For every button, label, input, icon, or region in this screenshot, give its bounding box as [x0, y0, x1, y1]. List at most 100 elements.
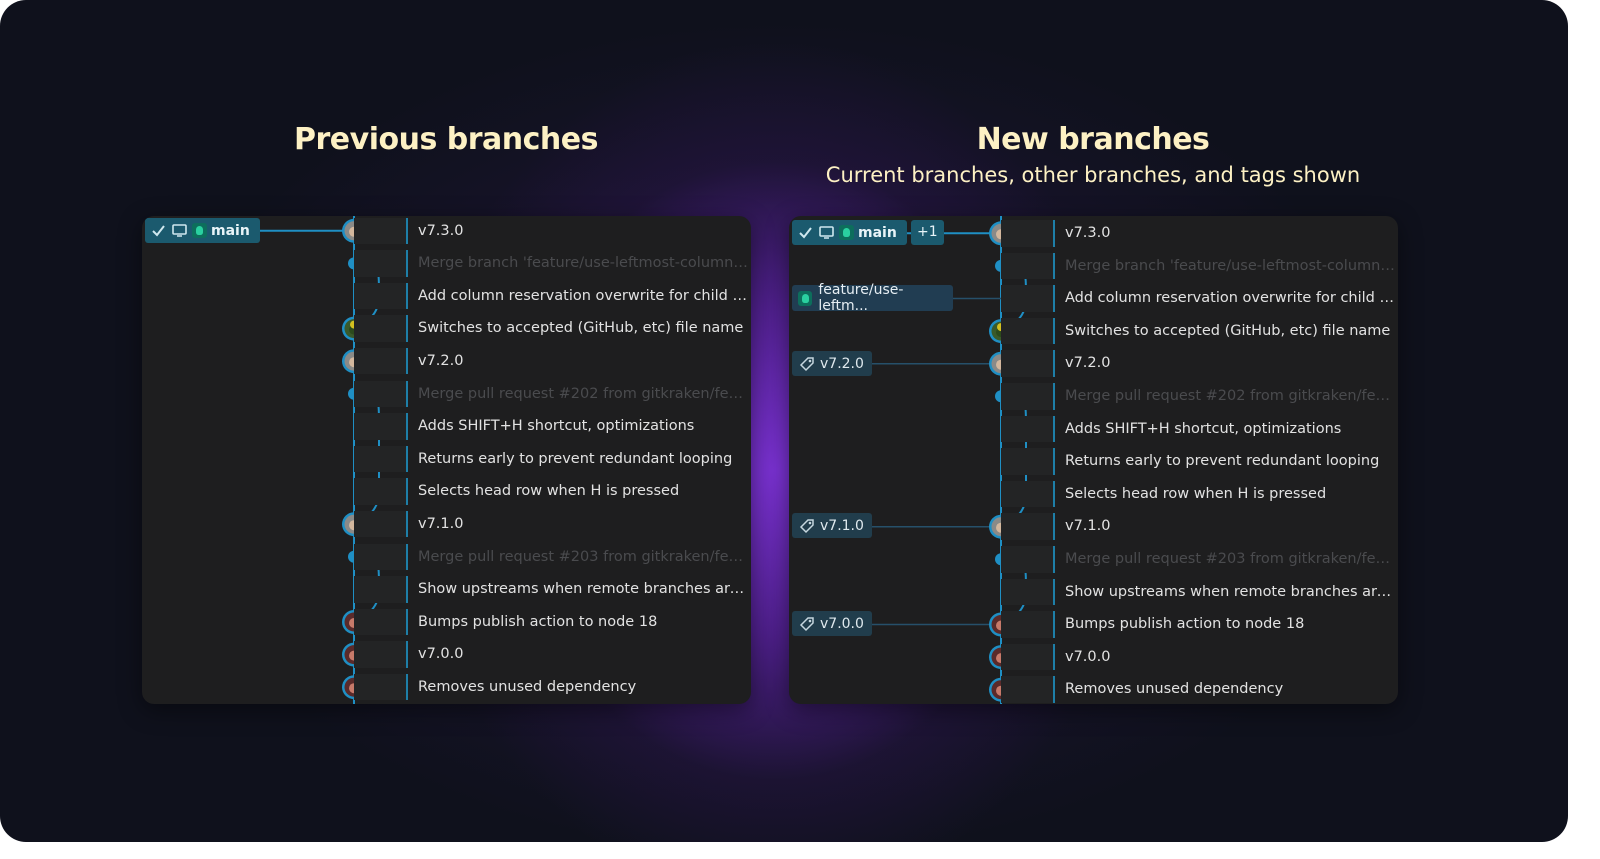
- row-divider: [1053, 350, 1055, 377]
- commit-row[interactable]: Adds SHIFT+H shortcut, optimizations: [142, 410, 751, 443]
- row-divider: [406, 510, 408, 538]
- commit-row[interactable]: Returns early to prevent redundant loopi…: [789, 445, 1398, 478]
- tag-pill-v7-2-0[interactable]: v7.2.0: [792, 351, 872, 376]
- previous-branches-panel: v7.3.0 Merge branch 'feature/use-leftmost…: [142, 216, 751, 704]
- row-divider: [1053, 317, 1055, 345]
- commit-row[interactable]: Removes unused dependency: [789, 673, 1398, 704]
- commit-message: Returns early to prevent redundant loopi…: [1065, 453, 1380, 470]
- branch-label: main: [858, 224, 897, 241]
- row-highlight: [1001, 448, 1053, 475]
- tag-icon: [798, 517, 815, 534]
- row-highlight: [1001, 415, 1053, 443]
- row-highlight: [354, 445, 406, 473]
- branch-pill-feature[interactable]: feature/use-leftm...: [792, 282, 953, 314]
- branch-pill-main[interactable]: main: [792, 220, 907, 245]
- row-highlight: [1001, 513, 1053, 540]
- commit-row[interactable]: v7.1.0: [789, 510, 1398, 543]
- row-divider: [406, 576, 408, 603]
- row-divider: [406, 282, 408, 310]
- commit-row[interactable]: Merge pull request #202 from gitkraken/f…: [142, 378, 751, 411]
- row-divider: [1053, 546, 1055, 573]
- row-highlight: [1001, 480, 1053, 508]
- row-divider: [1053, 578, 1055, 606]
- commit-message: Returns early to prevent redundant loopi…: [418, 450, 733, 467]
- row-divider: [406, 478, 408, 505]
- commit-row[interactable]: v7.0.0: [142, 638, 751, 671]
- row-highlight: [1001, 676, 1053, 703]
- commit-row[interactable]: Merge branch 'feature/use-leftmost-colum…: [142, 247, 751, 280]
- row-highlight: [1001, 317, 1053, 345]
- row-divider: [1053, 513, 1055, 540]
- row-highlight: [1001, 252, 1053, 280]
- commit-message: Merge pull request #202 from gitkraken/f…: [1065, 388, 1395, 404]
- row-divider: [406, 413, 408, 440]
- avatar-icon: [192, 223, 207, 238]
- commit-row[interactable]: Bumps publish action to node 18: [789, 608, 1398, 641]
- tag-label: v7.1.0: [820, 517, 864, 534]
- row-highlight: [1001, 383, 1053, 410]
- commit-message: v7.1.0: [1065, 518, 1111, 535]
- commit-row[interactable]: Selects head row when H is pressed: [142, 475, 751, 508]
- row-divider: [1053, 611, 1055, 638]
- commit-row[interactable]: Bumps publish action to node 18: [142, 606, 751, 639]
- checkmark-icon: [797, 224, 814, 241]
- row-divider: [1053, 252, 1055, 280]
- commit-row[interactable]: Selects head row when H is pressed: [789, 478, 1398, 511]
- tag-pill-v7-0-0[interactable]: v7.0.0: [792, 611, 872, 636]
- row-divider: [406, 543, 408, 571]
- more-branches-badge[interactable]: +1: [911, 220, 944, 245]
- tag-icon: [798, 355, 815, 372]
- row-divider: [406, 315, 408, 342]
- commit-message: Show upstreams when remote branches are …: [1065, 583, 1395, 600]
- commit-row[interactable]: Merge branch 'feature/use-leftmost-colum…: [789, 250, 1398, 283]
- commit-row[interactable]: v7.2.0: [789, 347, 1398, 380]
- row-divider: [1053, 415, 1055, 443]
- commit-row[interactable]: Show upstreams when remote branches are …: [142, 573, 751, 606]
- commit-message: Merge pull request #203 from gitkraken/f…: [1065, 551, 1395, 567]
- commit-message: Removes unused dependency: [1065, 681, 1284, 698]
- row-highlight: [354, 673, 406, 701]
- row-divider: [1053, 220, 1055, 247]
- commit-row[interactable]: Switches to accepted (GitHub, etc) file …: [142, 312, 751, 345]
- background-frame: Previous branches New branches Current b…: [0, 0, 1568, 842]
- row-divider: [406, 347, 408, 375]
- commit-row[interactable]: v7.0.0: [789, 641, 1398, 674]
- row-divider: [406, 673, 408, 701]
- row-divider: [406, 641, 408, 668]
- commit-message: Switches to accepted (GitHub, etc) file …: [1065, 322, 1391, 339]
- row-highlight: [354, 217, 406, 245]
- row-divider: [1053, 676, 1055, 703]
- commit-row[interactable]: Add column reservation overwrite for chi…: [142, 280, 751, 313]
- row-divider: [1053, 480, 1055, 508]
- commit-row[interactable]: Removes unused dependency: [142, 671, 751, 704]
- commit-message: Removes unused dependency: [418, 678, 637, 695]
- row-highlight: [354, 543, 406, 571]
- row-highlight: [354, 282, 406, 310]
- commit-message: Add column reservation overwrite for chi…: [1065, 290, 1395, 307]
- commit-row[interactable]: v7.1.0: [142, 508, 751, 541]
- commit-row[interactable]: Merge pull request #202 from gitkraken/f…: [789, 380, 1398, 413]
- row-divider: [1053, 643, 1055, 671]
- branch-pill-main[interactable]: main: [145, 218, 260, 243]
- row-divider: [406, 250, 408, 277]
- commit-row[interactable]: Returns early to prevent redundant loopi…: [142, 443, 751, 476]
- commit-row[interactable]: Merge pull request #203 from gitkraken/f…: [789, 543, 1398, 576]
- commit-message: Adds SHIFT+H shortcut, optimizations: [1065, 420, 1342, 437]
- commit-message: v7.0.0: [1065, 648, 1111, 665]
- commit-row[interactable]: v7.2.0: [142, 345, 751, 378]
- row-divider: [406, 217, 408, 245]
- commit-row[interactable]: Merge pull request #203 from gitkraken/f…: [142, 541, 751, 574]
- row-highlight: [1001, 220, 1053, 247]
- commit-message: v7.3.0: [1065, 225, 1111, 241]
- avatar-icon: [839, 225, 854, 240]
- commit-row[interactable]: Adds SHIFT+H shortcut, optimizations: [789, 413, 1398, 446]
- tag-pill-v7-1-0[interactable]: v7.1.0: [792, 513, 872, 538]
- avatar-icon: [798, 290, 813, 306]
- row-highlight: [354, 510, 406, 538]
- row-highlight: [1001, 643, 1053, 671]
- commit-row[interactable]: Switches to accepted (GitHub, etc) file …: [789, 315, 1398, 348]
- commit-row[interactable]: Show upstreams when remote branches are …: [789, 576, 1398, 609]
- row-highlight: [354, 413, 406, 440]
- commit-message: v7.2.0: [418, 352, 464, 369]
- computer-icon: [818, 224, 835, 241]
